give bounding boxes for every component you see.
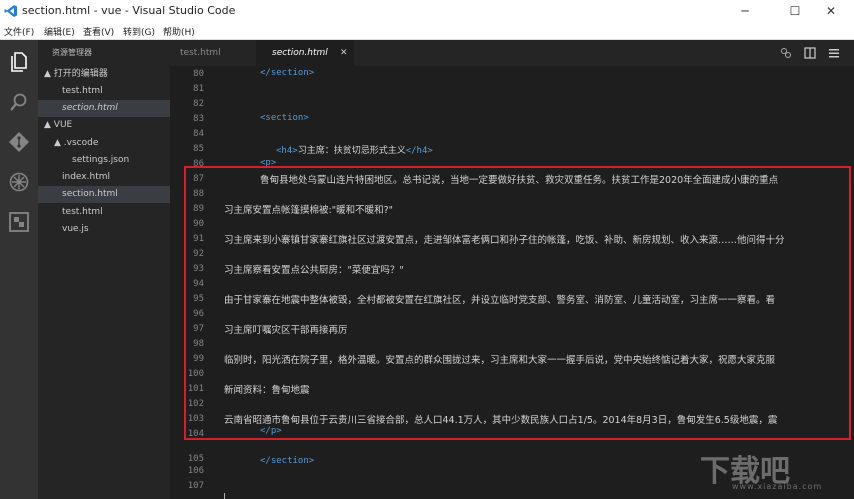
project-header-vue[interactable]: ▲ VUE xyxy=(44,117,170,134)
file-index-html[interactable]: index.html xyxy=(62,169,170,186)
line-number: 85 xyxy=(193,144,204,154)
menu-file[interactable]: 文件(F) xyxy=(4,25,34,38)
vscode-logo-icon xyxy=(4,5,17,17)
prose-line: 临别时，阳光洒在院子里，格外温暖。安置点的群众围拢过来，习主席和大家一一握手后说… xyxy=(224,355,776,366)
tab-test-html[interactable]: test.html xyxy=(170,40,254,66)
code-h4-text: 习主席：扶贫切忌形式主义 xyxy=(297,146,406,156)
title-bar: section.html - vue - Visual Studio Code … xyxy=(0,0,854,23)
editor-tabs: test.html section.html ✕ xyxy=(170,40,854,66)
menu-edit[interactable]: 编辑(E) xyxy=(44,25,75,38)
line-number: 107 xyxy=(187,481,204,491)
line-number: 86 xyxy=(193,159,204,169)
text-cursor xyxy=(224,493,225,499)
code-p-close: </p> xyxy=(260,426,282,436)
line-number: 94 xyxy=(193,279,204,289)
code-p-open: <p> xyxy=(260,158,277,168)
file-section-html[interactable]: section.html xyxy=(38,186,170,203)
prose-line: 云南省昭通市鲁甸县位于云贵川三省接合部，总人口44.1万人，其中少数民族人口占1… xyxy=(224,415,778,426)
file-vue-js[interactable]: vue.js xyxy=(62,221,170,238)
prose-line: 习主席叮嘱灾区干部再接再厉 xyxy=(224,325,348,336)
tab-close-icon[interactable]: ✕ xyxy=(340,40,348,66)
tab-section-html[interactable]: section.html ✕ xyxy=(256,40,354,66)
line-number: 84 xyxy=(193,129,204,139)
menu-view[interactable]: 查看(V) xyxy=(83,25,114,38)
line-number: 83 xyxy=(193,114,204,124)
code-section-close-2: </section> xyxy=(260,456,315,466)
prose-line: 鲁甸县地处乌蒙山连片特困地区。总书记说，当地一定要做好扶贫、救灾双重任务。扶贫工… xyxy=(260,175,779,186)
maximize-button[interactable]: ☐ xyxy=(778,0,812,23)
code-h4-close: </h4> xyxy=(405,146,433,156)
prose-line: 习主席来到小寨镇甘家寨红旗社区过渡安置点，走进邹体富老俩口和孙子住的帐篷，吃饭、… xyxy=(224,235,785,246)
line-number: 81 xyxy=(193,84,204,94)
line-number: 93 xyxy=(193,264,204,274)
more-actions-icon[interactable] xyxy=(828,47,840,59)
prose-line: 习主席察看安置点公共厨房："菜便宜吗？" xyxy=(224,265,404,276)
extensions-icon[interactable] xyxy=(7,210,31,234)
files-icon[interactable] xyxy=(7,50,31,74)
line-number: 91 xyxy=(193,234,204,244)
open-editors-header[interactable]: ▲ 打开的编辑器 xyxy=(44,66,170,83)
git-icon[interactable] xyxy=(7,130,31,154)
line-number: 99 xyxy=(193,354,204,364)
activity-bar xyxy=(0,40,38,499)
line-number: 102 xyxy=(187,399,204,409)
line-number: 90 xyxy=(193,219,204,229)
line-number: 98 xyxy=(193,339,204,349)
open-changes-icon[interactable] xyxy=(780,47,792,59)
prose-line: 新闻资料：鲁甸地震 xyxy=(224,385,310,396)
line-number: 105 xyxy=(187,454,204,464)
menu-bar: 文件(F) 编辑(E) 查看(V) 转到(G) 帮助(H) xyxy=(0,23,854,40)
line-number: 80 xyxy=(193,69,204,79)
line-number: 101 xyxy=(187,384,204,394)
prose-line: 习主席安置点帐篷摸棉被:"暖和不暖和?" xyxy=(224,205,393,216)
open-editor-test-html[interactable]: test.html xyxy=(62,83,170,100)
code-h4-line: <h4>习主席：扶贫切忌形式主义</h4> xyxy=(276,143,433,156)
code-section-open: <section> xyxy=(260,113,309,123)
code-section-close: </section> xyxy=(260,68,315,78)
line-number: 103 xyxy=(187,414,204,424)
menu-goto[interactable]: 转到(G) xyxy=(123,25,155,38)
file-settings-json[interactable]: settings.json xyxy=(72,152,170,169)
line-number: 100 xyxy=(187,369,204,379)
explorer-title: 资源管理器 xyxy=(52,48,92,57)
line-number: 96 xyxy=(193,309,204,319)
line-number: 82 xyxy=(193,99,204,109)
line-number: 92 xyxy=(193,249,204,259)
line-number: 87 xyxy=(193,174,204,184)
line-number: 97 xyxy=(193,324,204,334)
window-title: section.html - vue - Visual Studio Code xyxy=(22,4,236,17)
code-h4-open: <h4> xyxy=(276,146,298,156)
line-number: 89 xyxy=(193,204,204,214)
tab-section-html-label: section.html xyxy=(272,48,328,58)
line-number: 88 xyxy=(193,189,204,199)
explorer-sidebar: 资源管理器 ▲ 打开的编辑器 test.html section.html ▲ … xyxy=(38,40,170,499)
watermark-sub: www.xiazaiba.com xyxy=(732,482,823,491)
file-test-html[interactable]: test.html xyxy=(62,204,170,221)
code-editor[interactable]: 80 81 82 83 84 85 86 87 88 89 90 91 92 9… xyxy=(170,66,854,499)
line-number: 106 xyxy=(187,466,204,476)
search-icon[interactable] xyxy=(7,90,31,114)
menu-help[interactable]: 帮助(H) xyxy=(163,25,195,38)
prose-line: 由于甘家寨在地震中整体被毁，全村都被安置在红旗社区，并设立临时党支部、警务室、消… xyxy=(224,295,776,306)
line-number: 104 xyxy=(187,429,204,439)
minimize-button[interactable]: ─ xyxy=(728,0,762,23)
line-number: 95 xyxy=(193,294,204,304)
split-editor-icon[interactable] xyxy=(804,47,816,59)
debug-icon[interactable] xyxy=(7,170,31,194)
open-editor-section-html[interactable]: section.html xyxy=(38,100,170,117)
folder-vscode[interactable]: ▲ .vscode xyxy=(54,135,170,152)
watermark: 下载吧 www.xiazaiba.com xyxy=(700,446,850,496)
close-window-button[interactable]: ✕ xyxy=(814,0,848,23)
